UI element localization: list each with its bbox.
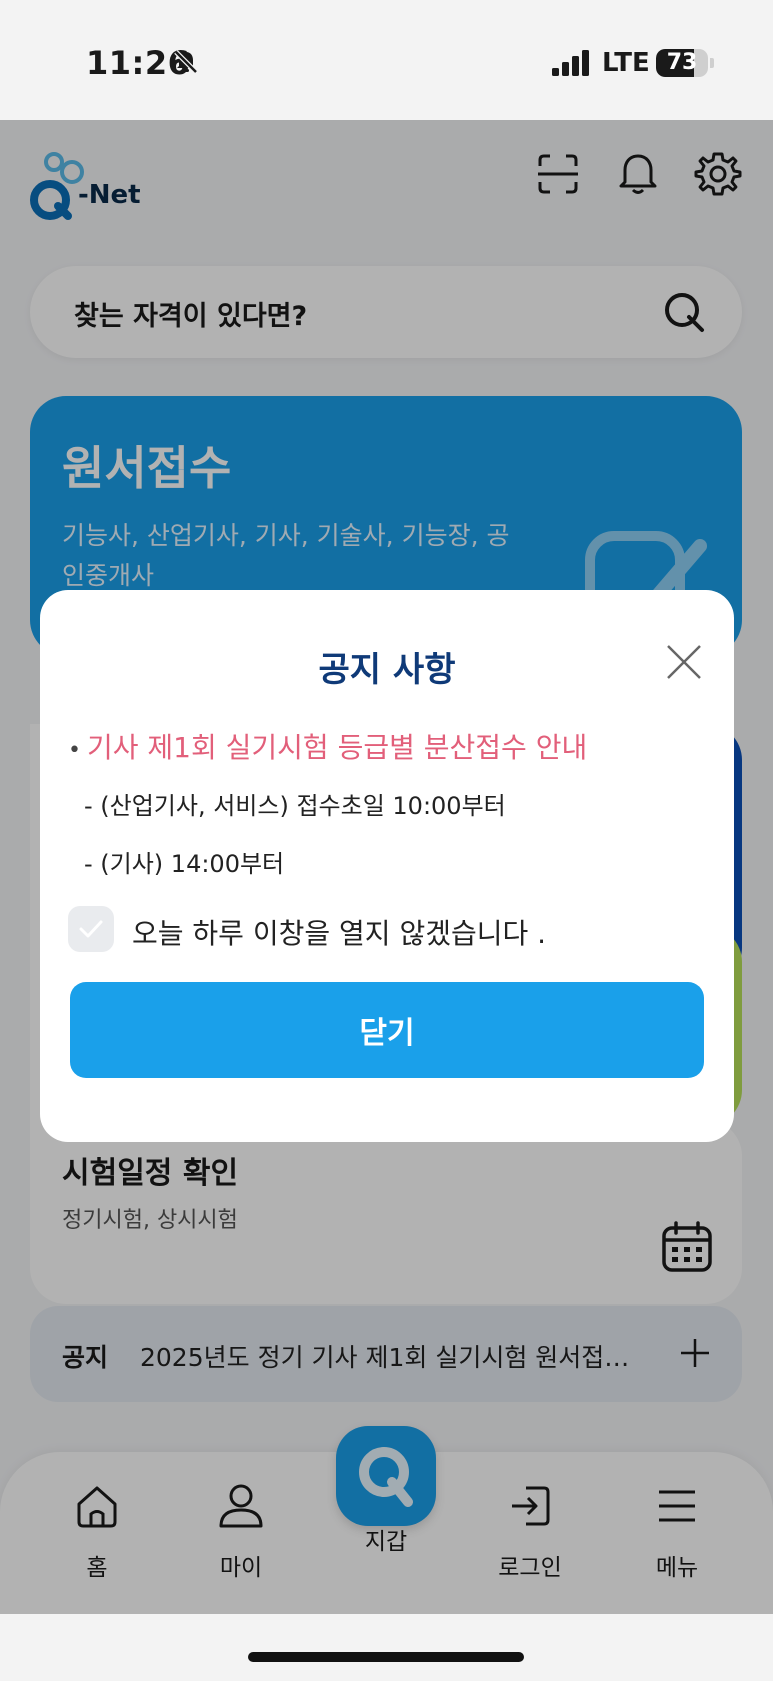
modal-notice-headline: • 기사 제1회 실기시험 등급별 분산접수 안내 xyxy=(68,726,587,766)
network-type: LTE xyxy=(602,48,650,78)
bell-slash-icon xyxy=(174,50,198,74)
modal-title: 공지 사항 xyxy=(318,650,456,690)
battery-level: 73 xyxy=(666,50,698,75)
status-bar: 11:26 LTE 73 xyxy=(0,0,773,120)
home-indicator[interactable] xyxy=(248,1652,524,1662)
close-icon[interactable] xyxy=(664,642,704,682)
notice-modal: 공지 사항 • 기사 제1회 실기시험 등급별 분산접수 안내 - (산업기사, … xyxy=(40,590,734,1142)
battery-icon: 73 xyxy=(656,49,708,77)
modal-line-2: - (기사) 14:00부터 xyxy=(84,850,285,878)
modal-bullet-text: 기사 제1회 실기시험 등급별 분산접수 안내 xyxy=(86,731,588,764)
bullet-dot: • xyxy=(68,738,81,763)
dont-show-today-label[interactable]: 오늘 하루 이창을 열지 않겠습니다 . xyxy=(132,912,546,952)
home-indicator-area xyxy=(0,1614,773,1681)
modal-close-button[interactable]: 닫기 xyxy=(70,982,704,1078)
signal-icon xyxy=(552,50,589,76)
dont-show-today-checkbox[interactable] xyxy=(68,906,114,952)
check-icon xyxy=(79,920,103,938)
battery-cap xyxy=(710,58,714,68)
modal-line-1: - (산업기사, 서비스) 접수초일 10:00부터 xyxy=(84,792,506,820)
